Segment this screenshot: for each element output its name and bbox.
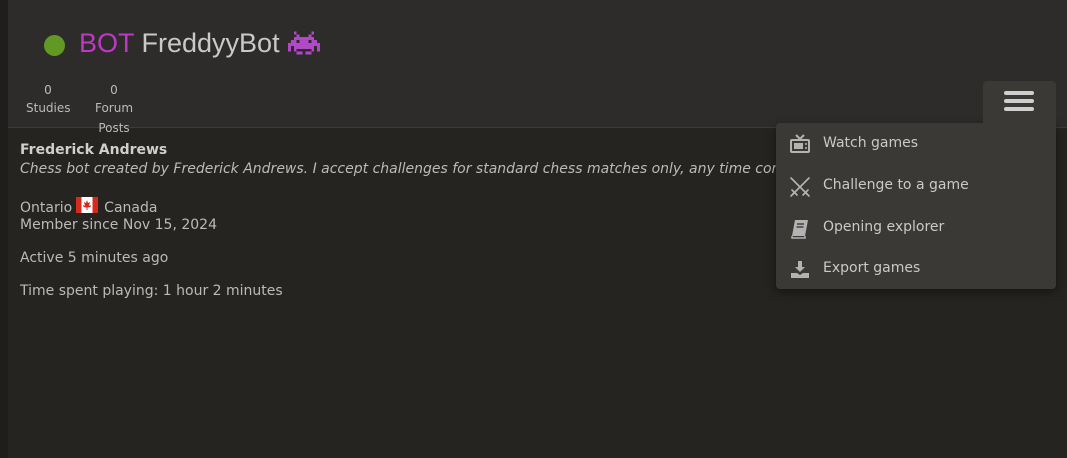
country: Canada — [104, 200, 158, 216]
menu-item-opening-explorer[interactable]: Opening explorer — [776, 208, 1056, 248]
crossed-swords-icon — [789, 176, 811, 198]
menu-item-label: Opening explorer — [823, 219, 945, 235]
studies-label: Studies — [26, 101, 71, 115]
download-icon — [789, 259, 811, 281]
username: FreddyyBot — [141, 28, 280, 58]
online-status-icon — [44, 35, 65, 56]
menu-item-label: Export games — [823, 260, 921, 276]
forum-posts-stat[interactable]: 0 Forum Posts — [78, 82, 150, 138]
studies-count: 0 — [44, 83, 52, 97]
menu-item-watch-games[interactable]: Watch games — [776, 124, 1056, 164]
menu-toggle-button[interactable] — [983, 81, 1056, 129]
forum-posts-count: 0 — [110, 83, 118, 97]
profile-actions-menu: Watch games Challenge to a game Opening … — [776, 123, 1056, 289]
bio-description: Chess bot created by Frederick Andrews. … — [20, 161, 837, 177]
real-name: Frederick Andrews — [20, 142, 168, 158]
profile-title: BOT FreddyyBot — [79, 26, 320, 63]
menu-item-export-games[interactable]: Export games — [776, 249, 1056, 289]
book-icon — [789, 218, 811, 240]
menu-item-label: Watch games — [823, 135, 919, 151]
menu-item-challenge[interactable]: Challenge to a game — [776, 166, 1056, 206]
bot-badge: BOT — [79, 28, 135, 58]
left-sidebar-edge — [0, 0, 8, 458]
studies-stat[interactable]: 0 Studies — [26, 82, 71, 118]
profile-header — [8, 0, 1067, 128]
last-active: Active 5 minutes ago — [20, 250, 169, 266]
alien-monster-icon — [287, 29, 320, 63]
time-spent-playing: Time spent playing: 1 hour 2 minutes — [20, 283, 283, 299]
region: Ontario — [20, 200, 73, 216]
forum-posts-label: Forum Posts — [94, 101, 134, 135]
bio-section: Frederick Andrews Chess bot created by F… — [20, 141, 837, 179]
menu-item-label: Challenge to a game — [823, 177, 969, 193]
tv-icon — [789, 134, 811, 156]
member-since: Member since Nov 15, 2024 — [20, 217, 217, 233]
